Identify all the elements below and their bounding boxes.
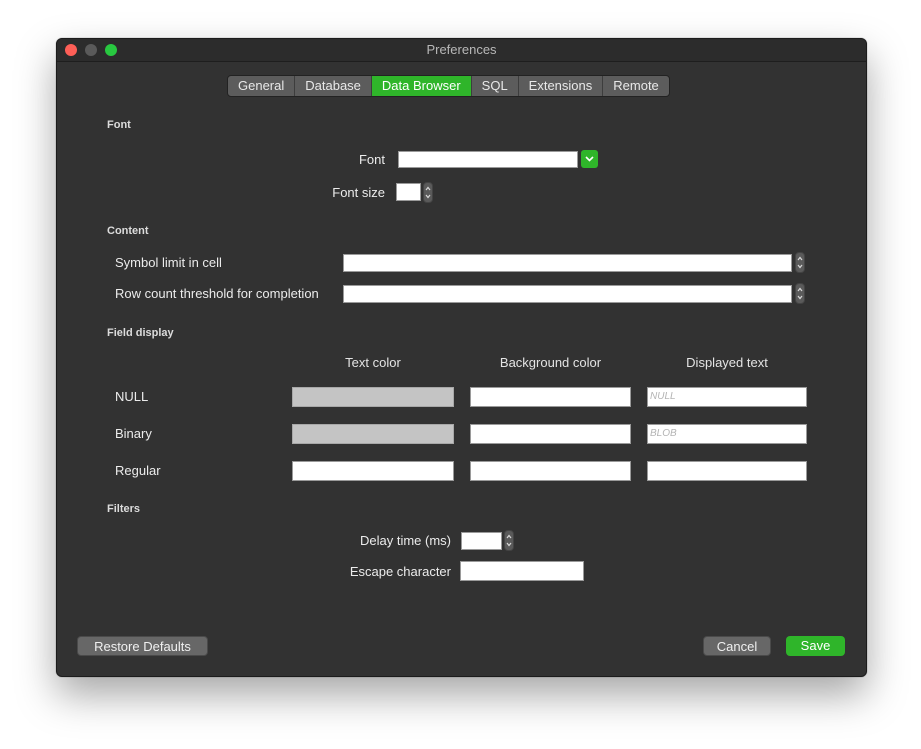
font-dropdown-button[interactable]: [581, 150, 598, 168]
delay-time-stepper[interactable]: [504, 530, 514, 551]
font-size-label: Font size: [332, 185, 385, 200]
tab-database[interactable]: Database: [295, 76, 372, 96]
tab-sql[interactable]: SQL: [472, 76, 519, 96]
symbol-limit-label: Symbol limit in cell: [115, 255, 222, 270]
binary-row-label: Binary: [115, 426, 152, 441]
tab-bar: General Database Data Browser SQL Extens…: [227, 75, 670, 97]
symbol-limit-spinbox[interactable]: [343, 254, 792, 272]
title-bar: Preferences: [57, 39, 866, 62]
stepper-arrows-icon: [425, 186, 431, 199]
column-header-text-color: Text color: [345, 355, 401, 370]
regular-row-label: Regular: [115, 463, 161, 478]
window-title: Preferences: [426, 42, 497, 57]
null-row-label: NULL: [115, 389, 149, 404]
preferences-window: Preferences General Database Data Browse…: [56, 38, 867, 677]
delay-time-spinbox[interactable]: [461, 532, 502, 550]
escape-character-input[interactable]: [460, 561, 584, 581]
content-section-heading: Content: [107, 225, 149, 237]
null-displayed-text-input[interactable]: NULL: [647, 387, 807, 407]
binary-background-color-swatch[interactable]: [470, 424, 631, 444]
stepper-arrows-icon: [797, 287, 803, 300]
symbol-limit-stepper[interactable]: [795, 252, 805, 273]
row-count-spinbox[interactable]: [343, 285, 792, 303]
tab-data-browser[interactable]: Data Browser: [371, 76, 472, 96]
tab-remote[interactable]: Remote: [603, 76, 669, 96]
restore-defaults-button[interactable]: Restore Defaults: [77, 636, 208, 656]
delay-time-label: Delay time (ms): [359, 533, 451, 548]
regular-background-color-swatch[interactable]: [470, 461, 631, 481]
null-background-color-swatch[interactable]: [470, 387, 631, 407]
row-count-label: Row count threshold for completion: [115, 286, 319, 301]
tab-extensions[interactable]: Extensions: [519, 76, 604, 96]
stepper-arrows-icon: [506, 534, 512, 547]
null-text-color-swatch[interactable]: [292, 387, 454, 407]
tab-general[interactable]: General: [228, 76, 296, 96]
column-header-background-color: Background color: [499, 355, 602, 370]
binary-displayed-text-input[interactable]: BLOB: [647, 424, 807, 444]
cancel-button[interactable]: Cancel: [703, 636, 771, 656]
font-label: Font: [358, 152, 385, 167]
filters-section-heading: Filters: [107, 503, 141, 515]
stepper-arrows-icon: [797, 256, 803, 269]
binary-text-color-swatch[interactable]: [292, 424, 454, 444]
regular-text-color-swatch[interactable]: [292, 461, 454, 481]
font-section-heading: Font: [107, 119, 131, 131]
column-header-displayed-text: Displayed text: [686, 355, 768, 370]
save-button[interactable]: Save: [786, 636, 845, 656]
null-displayed-text-placeholder: NULL: [650, 391, 676, 402]
chevron-down-icon: [585, 156, 594, 162]
font-combobox[interactable]: [398, 151, 578, 168]
escape-character-label: Escape character: [349, 564, 451, 579]
font-size-stepper[interactable]: [423, 182, 433, 203]
font-size-spinbox[interactable]: [396, 183, 421, 201]
field-display-section-heading: Field display: [107, 327, 174, 339]
regular-displayed-text-input[interactable]: [647, 461, 807, 481]
row-count-stepper[interactable]: [795, 283, 805, 304]
binary-displayed-text-placeholder: BLOB: [650, 428, 677, 439]
